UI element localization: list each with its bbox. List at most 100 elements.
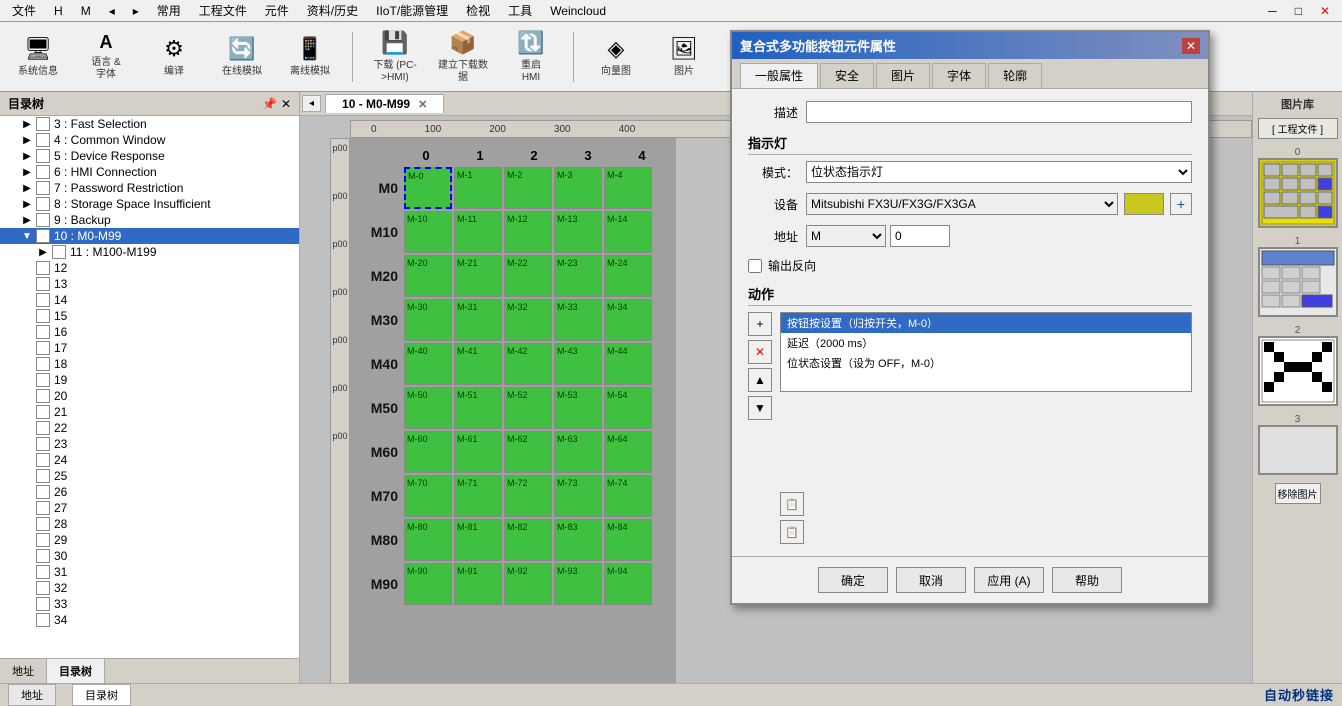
description-input[interactable]: [806, 101, 1192, 123]
grid-cell-M-13[interactable]: M-13: [554, 211, 602, 253]
grid-cell-M-51[interactable]: M-51: [454, 387, 502, 429]
tree-checkbox-11[interactable]: [52, 245, 66, 259]
dialog-tab-outline[interactable]: 轮廓: [988, 63, 1042, 88]
confirm-button[interactable]: 确定: [818, 567, 888, 593]
sidebar-item-26[interactable]: 26: [0, 484, 299, 500]
sidebar-item-28[interactable]: 28: [0, 516, 299, 532]
offline-sim-button[interactable]: 📱 离线模拟: [280, 28, 340, 86]
device-toggle[interactable]: [1124, 193, 1164, 215]
grid-cell-M-93[interactable]: M-93: [554, 563, 602, 605]
sidebar-item-13[interactable]: 13: [0, 276, 299, 292]
grid-cell-M-50[interactable]: M-50: [404, 387, 452, 429]
action-down-button[interactable]: ▼: [748, 396, 772, 420]
grid-cell-M-52[interactable]: M-52: [504, 387, 552, 429]
grid-cell-M-2[interactable]: M-2: [504, 167, 552, 209]
tree-checkbox-34[interactable]: [36, 613, 50, 627]
output-reverse-checkbox[interactable]: [748, 259, 762, 273]
grid-cell-M-94[interactable]: M-94: [604, 563, 652, 605]
menu-save[interactable]: H: [46, 2, 71, 20]
tree-checkbox-21[interactable]: [36, 405, 50, 419]
tree-checkbox-10[interactable]: [36, 229, 50, 243]
tree-checkbox-22[interactable]: [36, 421, 50, 435]
menu-tools[interactable]: 工具: [500, 0, 540, 21]
grid-cell-M-24[interactable]: M-24: [604, 255, 652, 297]
action-up-button[interactable]: ▲: [748, 368, 772, 392]
sidebar-item-8[interactable]: ▶8 : Storage Space Insufficient: [0, 196, 299, 212]
sidebar-item-10[interactable]: ▼10 : M0-M99: [0, 228, 299, 244]
tree-checkbox-28[interactable]: [36, 517, 50, 531]
device-select[interactable]: Mitsubishi FX3U/FX3G/FX3GA: [806, 193, 1118, 215]
picture-button[interactable]: 🖼 图片: [654, 28, 714, 86]
grid-cell-M-3[interactable]: M-3: [554, 167, 602, 209]
grid-cell-M-43[interactable]: M-43: [554, 343, 602, 385]
grid-cell-M-14[interactable]: M-14: [604, 211, 652, 253]
grid-cell-M-62[interactable]: M-62: [504, 431, 552, 473]
grid-cell-M-12[interactable]: M-12: [504, 211, 552, 253]
sidebar-item-20[interactable]: 20: [0, 388, 299, 404]
add-device-button[interactable]: +: [1170, 193, 1192, 215]
grid-cell-M-54[interactable]: M-54: [604, 387, 652, 429]
menu-inspect[interactable]: 检视: [458, 0, 498, 21]
cancel-button[interactable]: 取消: [896, 567, 966, 593]
thumb-image-2[interactable]: [1258, 336, 1338, 406]
grid-cell-M-21[interactable]: M-21: [454, 255, 502, 297]
dialog-tab-picture[interactable]: 图片: [876, 63, 930, 88]
tree-checkbox-3[interactable]: [36, 117, 50, 131]
sidebar-close-icon[interactable]: ✕: [281, 97, 291, 111]
online-sim-button[interactable]: 🔄 在线模拟: [212, 28, 272, 86]
grid-cell-M-91[interactable]: M-91: [454, 563, 502, 605]
tree-checkbox-16[interactable]: [36, 325, 50, 339]
dialog-tab-general[interactable]: 一般属性: [740, 63, 818, 88]
sidebar-item-3[interactable]: ▶3 : Fast Selection: [0, 116, 299, 132]
tree-expand-9[interactable]: ▶: [20, 215, 34, 226]
grid-cell-M-11[interactable]: M-11: [454, 211, 502, 253]
tree-expand-6[interactable]: ▶: [20, 167, 34, 178]
tree-checkbox-20[interactable]: [36, 389, 50, 403]
grid-cell-M-33[interactable]: M-33: [554, 299, 602, 341]
action-item-2[interactable]: 位状态设置（设为 OFF，M-0）: [781, 353, 1191, 373]
menu-file[interactable]: 文件: [4, 0, 44, 21]
grid-cell-M-20[interactable]: M-20: [404, 255, 452, 297]
grid-cell-M-40[interactable]: M-40: [404, 343, 452, 385]
tree-expand-10[interactable]: ▼: [20, 231, 34, 242]
thumb-image-0[interactable]: [1258, 158, 1338, 228]
grid-cell-M-64[interactable]: M-64: [604, 431, 652, 473]
status-tab-address[interactable]: 地址: [8, 684, 56, 706]
compile-button[interactable]: ⚙ 编译: [144, 28, 204, 86]
tree-checkbox-30[interactable]: [36, 549, 50, 563]
vector-img-button[interactable]: ◈ 向量图: [586, 28, 646, 86]
tree-expand-5[interactable]: ▶: [20, 151, 34, 162]
tree-checkbox-25[interactable]: [36, 469, 50, 483]
tree-checkbox-32[interactable]: [36, 581, 50, 595]
sidebar-item-33[interactable]: 33: [0, 596, 299, 612]
tree-checkbox-26[interactable]: [36, 485, 50, 499]
grid-cell-M-73[interactable]: M-73: [554, 475, 602, 517]
tree-checkbox-9[interactable]: [36, 213, 50, 227]
content-tab-m0m99[interactable]: 10 - M0-M99 ✕: [325, 94, 444, 113]
tree-expand-11[interactable]: ▶: [36, 247, 50, 258]
grid-cell-M-1[interactable]: M-1: [454, 167, 502, 209]
grid-cell-M-4[interactable]: M-4: [604, 167, 652, 209]
sidebar-item-31[interactable]: 31: [0, 564, 299, 580]
menu-component[interactable]: 元件: [257, 0, 297, 21]
thumb-image-1[interactable]: [1258, 247, 1338, 317]
sidebar-item-6[interactable]: ▶6 : HMI Connection: [0, 164, 299, 180]
menu-undo[interactable]: M: [73, 2, 99, 20]
grid-cell-M-60[interactable]: M-60: [404, 431, 452, 473]
sidebar-item-5[interactable]: ▶5 : Device Response: [0, 148, 299, 164]
grid-cell-M-80[interactable]: M-80: [404, 519, 452, 561]
sidebar-tab-address[interactable]: 地址: [0, 659, 47, 683]
grid-cell-M-22[interactable]: M-22: [504, 255, 552, 297]
grid-cell-M-41[interactable]: M-41: [454, 343, 502, 385]
tree-expand-3[interactable]: ▶: [20, 119, 34, 130]
tree-checkbox-18[interactable]: [36, 357, 50, 371]
copy-button-2[interactable]: 📋: [780, 520, 804, 544]
sidebar-item-15[interactable]: 15: [0, 308, 299, 324]
lang-font-button[interactable]: A 语言 &字体: [76, 28, 136, 86]
sidebar-item-22[interactable]: 22: [0, 420, 299, 436]
tree-checkbox-24[interactable]: [36, 453, 50, 467]
sidebar-item-19[interactable]: 19: [0, 372, 299, 388]
content-tab-close[interactable]: ✕: [418, 98, 427, 111]
sidebar-item-7[interactable]: ▶7 : Password Restriction: [0, 180, 299, 196]
tree-checkbox-29[interactable]: [36, 533, 50, 547]
